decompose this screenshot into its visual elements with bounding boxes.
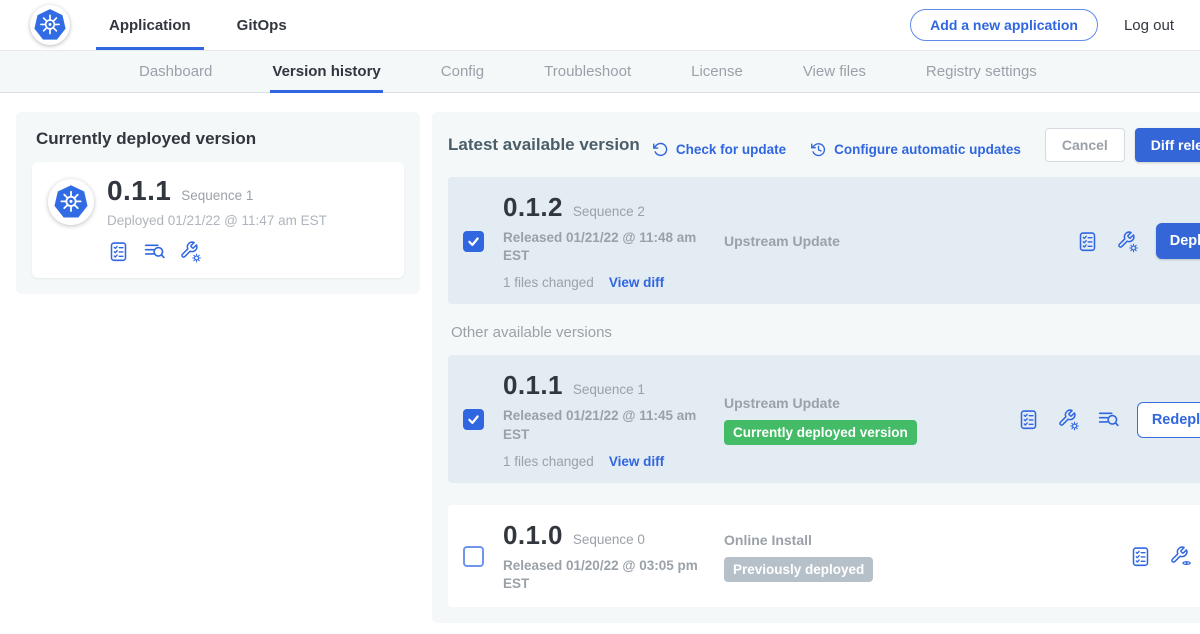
preflight-checks-icon[interactable]	[107, 240, 130, 263]
main-content: Currently deployed version 0.1.1 Sequenc…	[0, 93, 1200, 623]
deployed-version-card: 0.1.1 Sequence 1 Deployed 01/21/22 @ 11:…	[32, 162, 404, 278]
refresh-icon	[652, 141, 669, 158]
sub-nav: Dashboard Version history Config Trouble…	[0, 50, 1200, 93]
version-sequence-label: Sequence 2	[573, 204, 645, 219]
view-logs-icon[interactable]	[1097, 408, 1120, 431]
subnav-license[interactable]: License	[689, 51, 745, 92]
edit-config-icon[interactable]	[1116, 230, 1139, 253]
tab-gitops[interactable]: GitOps	[224, 0, 300, 50]
currently-deployed-panel: Currently deployed version 0.1.1 Sequenc…	[16, 112, 420, 294]
view-config-icon[interactable]	[1169, 545, 1192, 568]
preflight-checks-icon[interactable]	[1076, 230, 1099, 253]
edit-config-icon[interactable]	[179, 240, 202, 263]
version-checkbox[interactable]	[463, 409, 484, 430]
add-new-application-button[interactable]: Add a new application	[910, 9, 1098, 41]
version-checkbox[interactable]	[463, 546, 484, 567]
subnav-config[interactable]: Config	[439, 51, 486, 92]
source-label: Upstream Update	[724, 395, 1017, 411]
version-checkbox[interactable]	[463, 231, 484, 252]
deployed-action-icons	[107, 240, 327, 263]
cancel-button[interactable]: Cancel	[1045, 128, 1125, 162]
check-for-update-link[interactable]: Check for update	[652, 141, 786, 158]
configure-automatic-updates-link[interactable]: Configure automatic updates	[810, 141, 1021, 158]
checkmark-icon	[466, 412, 481, 427]
deployed-sequence-label: Sequence 1	[181, 188, 253, 203]
version-info: 0.1.2 Sequence 2 Released 01/21/22 @ 11:…	[503, 192, 716, 290]
version-source: Upstream Update	[716, 233, 1076, 249]
available-panel-header: Latest available version Check for updat…	[448, 128, 1200, 162]
version-source: Upstream Update Currently deployed versi…	[716, 395, 1017, 445]
version-sequence-label: Sequence 0	[573, 532, 645, 547]
other-versions-title: Other available versions	[451, 324, 1200, 341]
version-row-0-1-0: 0.1.0 Sequence 0 Released 01/20/22 @ 03:…	[448, 505, 1200, 607]
view-diff-link[interactable]: View diff	[609, 275, 664, 290]
diff-summary: 1 files changed View diff	[503, 275, 716, 290]
version-row-0-1-2: 0.1.2 Sequence 2 Released 01/21/22 @ 11:…	[448, 177, 1200, 304]
deployed-panel-title: Currently deployed version	[36, 129, 404, 149]
released-timestamp: Released 01/21/22 @ 11:48 am EST	[503, 229, 701, 265]
version-source: Online Install Previously deployed	[716, 532, 1129, 582]
tab-application-label: Application	[109, 17, 191, 34]
released-timestamp: Released 01/21/22 @ 11:45 am EST	[503, 407, 701, 443]
source-label: Upstream Update	[724, 233, 1076, 249]
subnav-dashboard[interactable]: Dashboard	[137, 51, 214, 92]
app-tabs: Application GitOps	[96, 0, 320, 50]
version-actions: Deploy	[1076, 223, 1200, 259]
subnav-view-files[interactable]: View files	[801, 51, 868, 92]
preflight-checks-icon[interactable]	[1017, 408, 1040, 431]
configure-automatic-updates-label: Configure automatic updates	[834, 142, 1021, 157]
currently-deployed-badge: Currently deployed version	[724, 420, 917, 445]
redeploy-button[interactable]: Redeploy	[1137, 402, 1200, 438]
latest-available-title: Latest available version	[448, 135, 640, 155]
version-info: 0.1.0 Sequence 0 Released 01/20/22 @ 03:…	[503, 520, 716, 593]
subnav-troubleshoot[interactable]: Troubleshoot	[542, 51, 633, 92]
deployed-timestamp: Deployed 01/21/22 @ 11:47 am EST	[107, 213, 327, 228]
tab-application[interactable]: Application	[96, 0, 204, 50]
app-icon	[48, 179, 94, 225]
view-logs-icon[interactable]	[143, 240, 166, 263]
version-actions	[1129, 545, 1200, 568]
version-number: 0.1.0	[503, 520, 563, 551]
check-for-update-label: Check for update	[676, 142, 786, 157]
auto-update-schedule-icon	[810, 141, 827, 158]
version-info: 0.1.1 Sequence 1 Released 01/21/22 @ 11:…	[503, 370, 716, 468]
checkmark-icon	[466, 234, 481, 249]
available-versions-panel: Latest available version Check for updat…	[432, 112, 1200, 623]
version-number: 0.1.2	[503, 192, 563, 223]
logout-link[interactable]: Log out	[1124, 17, 1174, 34]
files-changed-label: 1 files changed	[503, 275, 594, 290]
previously-deployed-badge: Previously deployed	[724, 557, 873, 582]
top-nav: Application GitOps Add a new application…	[0, 0, 1200, 50]
files-changed-label: 1 files changed	[503, 454, 594, 469]
top-nav-right: Add a new application Log out	[910, 0, 1174, 50]
subnav-version-history[interactable]: Version history	[270, 51, 382, 92]
deployed-version-info: 0.1.1 Sequence 1 Deployed 01/21/22 @ 11:…	[107, 175, 327, 263]
diff-releases-button[interactable]: Diff releases	[1135, 128, 1200, 162]
deployed-version-number: 0.1.1	[107, 175, 171, 207]
update-links: Check for update Configure automatic upd…	[652, 141, 1045, 158]
edit-config-icon[interactable]	[1057, 408, 1080, 431]
kubernetes-icon	[53, 184, 89, 220]
version-sequence-label: Sequence 1	[573, 382, 645, 397]
tab-gitops-label: GitOps	[237, 17, 287, 34]
preflight-checks-icon[interactable]	[1129, 545, 1152, 568]
version-actions: Redeploy	[1017, 402, 1200, 438]
version-number: 0.1.1	[503, 370, 563, 401]
kubernetes-icon	[33, 8, 67, 42]
version-row-0-1-1: 0.1.1 Sequence 1 Released 01/21/22 @ 11:…	[448, 355, 1200, 482]
released-timestamp: Released 01/20/22 @ 03:05 pm EST	[503, 557, 701, 593]
subnav-registry-settings[interactable]: Registry settings	[924, 51, 1039, 92]
kubernetes-logo[interactable]	[30, 5, 70, 45]
diff-summary: 1 files changed View diff	[503, 454, 716, 469]
deploy-button[interactable]: Deploy	[1156, 223, 1200, 259]
view-diff-link[interactable]: View diff	[609, 454, 664, 469]
diff-action-buttons: Cancel Diff releases	[1045, 128, 1200, 162]
source-label: Online Install	[724, 532, 1129, 548]
